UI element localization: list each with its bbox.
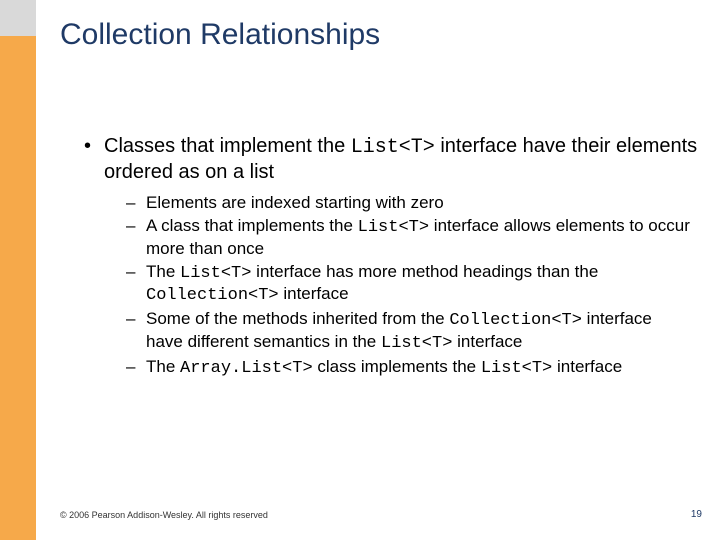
main-bullet-pre: Classes that implement the — [104, 135, 351, 157]
text-span: A class that implements the — [146, 216, 358, 235]
main-bullet: Classes that implement the List<T> inter… — [60, 134, 700, 185]
code-span: List<T> — [381, 334, 452, 353]
sub-bullet: Some of the methods inherited from the C… — [146, 309, 700, 355]
code-span: List<T> — [180, 264, 251, 283]
text-span: interface — [452, 332, 522, 351]
sub-bullet: Elements are indexed starting with zero — [146, 193, 700, 214]
code-span: Collection<T> — [146, 286, 279, 305]
page-number: 19 — [691, 509, 702, 520]
sidebar-accent — [0, 0, 36, 540]
text-span: class implements the — [313, 357, 481, 376]
copyright-footer: © 2006 Pearson Addison-Wesley. All right… — [60, 510, 268, 520]
slide-content: Collection Relationships Classes that im… — [60, 18, 700, 382]
code-span: List<T> — [481, 359, 552, 378]
code-span: List<T> — [358, 218, 429, 237]
text-span: The — [146, 262, 180, 281]
code-span: Array.List<T> — [180, 359, 313, 378]
text-span: interface has more method headings than … — [251, 262, 598, 281]
slide-title: Collection Relationships — [60, 18, 700, 52]
sidebar-top-square — [0, 0, 36, 36]
text-span: interface — [552, 357, 622, 376]
main-bullet-code: List<T> — [351, 136, 435, 159]
text-span: The — [146, 357, 180, 376]
sub-bullet: The List<T> interface has more method he… — [146, 262, 700, 308]
text-span: interface — [279, 284, 349, 303]
sub-bullet: A class that implements the List<T> inte… — [146, 216, 700, 260]
sub-bullet-list: Elements are indexed starting with zero A… — [60, 193, 700, 380]
text-span: Some of the methods inherited from the — [146, 309, 449, 328]
text-span: Elements are indexed starting with zero — [146, 193, 444, 212]
sub-bullet: The Array.List<T> class implements the L… — [146, 357, 700, 380]
code-span: Collection<T> — [449, 311, 582, 330]
